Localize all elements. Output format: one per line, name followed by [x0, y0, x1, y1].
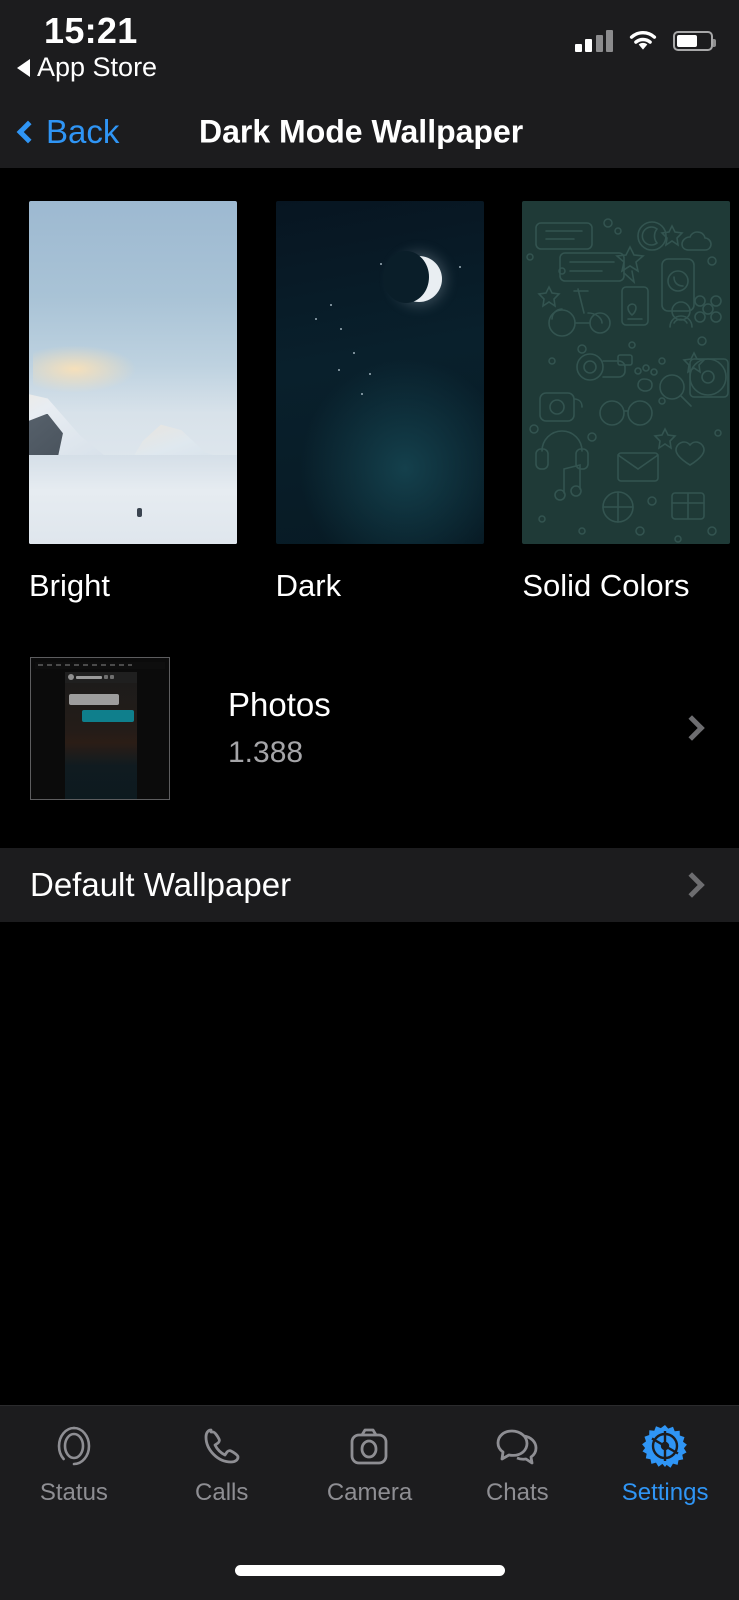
photos-title: Photos — [228, 686, 331, 723]
phone-icon — [204, 1428, 240, 1464]
tab-label: Status — [39, 1479, 108, 1506]
wallpaper-label: Bright — [29, 568, 110, 603]
back-triangle-icon — [17, 58, 30, 77]
whatsapp-doodle-pattern-icon — [526, 218, 730, 543]
tab-settings[interactable]: Settings — [591, 1422, 739, 1524]
battery-icon — [673, 30, 716, 51]
wallpaper-option-dark[interactable]: Dark — [275, 201, 493, 604]
bright-wallpaper-thumbnail[interactable] — [29, 201, 237, 544]
dark-wallpaper-thumbnail[interactable] — [275, 201, 484, 544]
camera-icon — [351, 1428, 388, 1465]
tab-label: Camera — [326, 1479, 413, 1506]
content-area: Bright Dark Solid Colors Photos 1.388 De… — [0, 168, 739, 1600]
tab-label: Calls — [195, 1479, 249, 1506]
tab-camera[interactable]: Camera — [296, 1422, 444, 1524]
navigation-bar: Back Dark Mode Wallpaper — [0, 95, 739, 168]
photos-count: 1.388 — [228, 736, 304, 769]
tab-chats[interactable]: Chats — [443, 1422, 591, 1524]
back-button[interactable]: Back — [16, 113, 119, 151]
chevron-right-icon — [679, 872, 705, 898]
tab-bar: Status Calls Camera Chats Settings — [0, 1405, 739, 1600]
return-to-app-store-button[interactable]: App Store — [17, 52, 157, 83]
chat-bubbles-icon — [496, 1429, 538, 1465]
photos-row[interactable]: Photos 1.388 — [0, 648, 739, 808]
cellular-signal-icon — [574, 29, 613, 52]
wallpaper-option-solid-colors[interactable]: Solid Colors — [522, 201, 739, 604]
status-rings-icon — [57, 1426, 91, 1466]
wallpaper-grid: Bright Dark Solid Colors — [0, 201, 739, 604]
tab-calls[interactable]: Calls — [148, 1422, 296, 1524]
return-app-label: App Store — [37, 52, 158, 82]
wallpaper-option-bright[interactable]: Bright — [29, 201, 246, 604]
home-indicator — [234, 1565, 505, 1576]
default-wallpaper-row[interactable]: Default Wallpaper — [0, 848, 739, 922]
chevron-right-icon — [679, 715, 705, 741]
crescent-moon-icon — [382, 251, 443, 304]
page-title: Dark Mode Wallpaper — [199, 113, 524, 149]
default-wallpaper-label: Default Wallpaper — [30, 866, 292, 903]
gear-icon — [642, 1425, 687, 1468]
tab-label: Settings — [621, 1479, 709, 1506]
phone-screen: 15:21 App Store Back Dark Mode Wallpaper — [0, 0, 739, 1600]
back-button-label: Back — [46, 112, 120, 150]
status-bar-indicators — [574, 28, 716, 53]
solid-colors-wallpaper-thumbnail[interactable] — [522, 201, 731, 544]
photos-text-block: Photos 1.388 — [228, 686, 683, 770]
photos-thumbnail[interactable] — [30, 656, 170, 800]
wallpaper-label: Dark — [275, 568, 342, 603]
wallpaper-label: Solid Colors — [522, 568, 690, 603]
wifi-icon — [629, 31, 657, 50]
status-bar-time: 15:21 — [44, 10, 138, 51]
chevron-left-icon — [16, 120, 40, 143]
tab-label: Chats — [485, 1479, 549, 1506]
status-bar: 15:21 App Store — [0, 0, 739, 95]
tab-status[interactable]: Status — [0, 1422, 148, 1524]
